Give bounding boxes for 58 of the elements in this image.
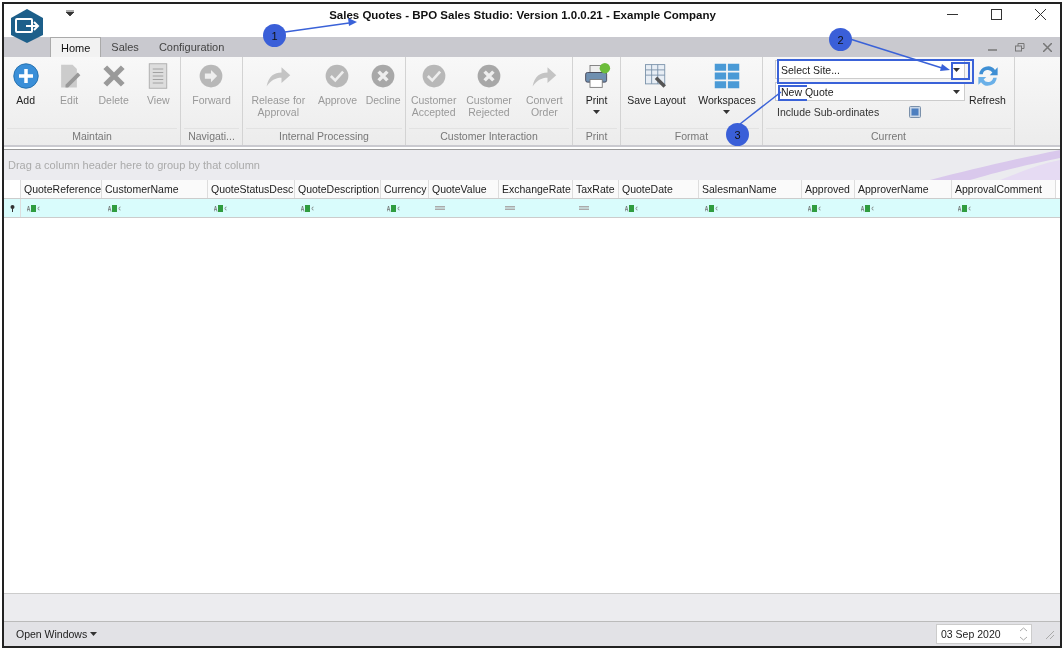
caret-icon — [90, 632, 98, 636]
text-filter-icon[interactable] — [108, 204, 121, 212]
group-caption: Current — [766, 128, 1011, 145]
add-icon — [11, 62, 40, 90]
text-filter-icon[interactable] — [27, 204, 40, 212]
column-header[interactable]: ApproverName — [855, 180, 952, 198]
group-caption: Print — [576, 128, 617, 145]
column-header[interactable]: QuoteDescription — [295, 180, 381, 198]
column-header[interactable]: QuoteReference — [21, 180, 102, 198]
ribbon-button[interactable]: Save Layout — [626, 60, 687, 128]
open-windows-button[interactable]: Open Windows — [10, 627, 104, 641]
restore-icon[interactable] — [1015, 43, 1025, 52]
column-header[interactable]: ApprovalComment — [952, 180, 1056, 198]
caret-icon[interactable] — [953, 67, 960, 72]
column-header[interactable]: TaxRate — [573, 180, 619, 198]
ribbon-button[interactable]: Add — [10, 60, 41, 128]
resize-grip-icon[interactable] — [1044, 629, 1054, 639]
column-header[interactable]: QuoteValue — [429, 180, 499, 198]
callout-badge: 1 — [263, 24, 286, 47]
ribbon-button[interactable]: Print — [581, 60, 612, 128]
checkbox-label: Include Sub-ordinates — [777, 106, 880, 118]
text-filter-icon[interactable] — [861, 204, 874, 212]
ribbon-tab[interactable]: Configuration — [148, 37, 235, 57]
group-caption: Customer Interaction — [409, 128, 569, 145]
column-header[interactable]: ExchangeRate — [499, 180, 573, 198]
text-filter-icon[interactable] — [958, 204, 971, 212]
callout-badge: 2 — [829, 28, 852, 51]
date-field[interactable]: 03 Sep 2020 — [936, 624, 1032, 644]
window-title: Sales Quotes - BPO Sales Studio: Version 1.0.0.21 - Example Company — [328, 8, 717, 21]
ribbon-tab[interactable]: Sales — [101, 37, 149, 57]
x-circle-icon — [475, 62, 503, 90]
text-filter-icon[interactable] — [705, 204, 718, 212]
column-header[interactable]: CustomerName — [102, 180, 208, 198]
text-filter-icon[interactable] — [387, 204, 400, 212]
maximize-icon[interactable] — [991, 9, 1002, 20]
printer-icon — [582, 62, 611, 90]
column-header[interactable]: QuoteDate — [619, 180, 699, 198]
group-panel-hint: Drag a column header here to group by that column — [7, 159, 260, 171]
caret-icon[interactable] — [953, 89, 960, 94]
refresh-button[interactable]: Refresh — [965, 60, 1010, 128]
grid-icon — [712, 62, 741, 90]
group-caption: Internal Processing — [246, 128, 402, 145]
checkbox[interactable] — [909, 106, 922, 118]
column-header[interactable]: Currency — [381, 180, 429, 198]
group-caption: Navigati... — [184, 128, 239, 145]
column-header[interactable]: QuoteStatusDesc — [208, 180, 295, 198]
quick-access-caret-icon[interactable] — [66, 9, 74, 16]
text-filter-icon[interactable] — [808, 204, 821, 212]
text-filter-icon[interactable] — [301, 204, 314, 212]
column-header[interactable]: SalesmanName — [699, 180, 802, 198]
text-filter-icon[interactable] — [214, 204, 227, 212]
spinner-icon[interactable] — [1020, 627, 1027, 641]
column-header[interactable]: Approved — [802, 180, 855, 198]
ribbon-tab[interactable]: Home — [50, 37, 102, 57]
filter-row-pin-icon — [9, 204, 15, 212]
text-filter-icon[interactable] — [625, 204, 638, 212]
close-icon[interactable] — [1035, 9, 1046, 20]
group-caption: Maintain — [7, 128, 177, 145]
